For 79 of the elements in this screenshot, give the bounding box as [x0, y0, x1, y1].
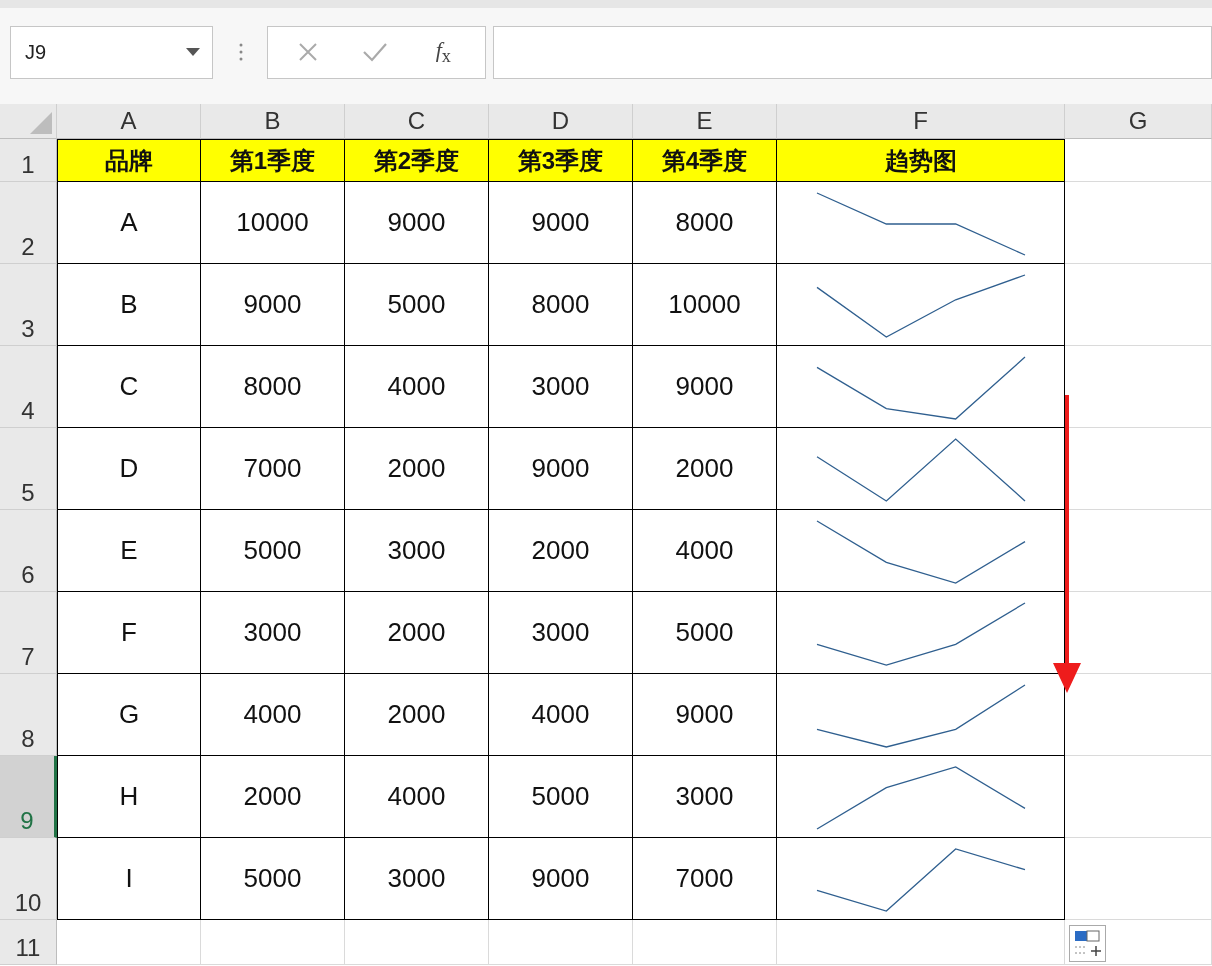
header-cell: 第4季度 — [633, 139, 777, 182]
row-header[interactable]: 6 — [0, 510, 57, 592]
table-cell: C — [57, 346, 201, 428]
header-cell: 趋势图 — [777, 139, 1065, 182]
table-cell: 8000 — [633, 182, 777, 264]
row-header[interactable]: 9 — [0, 756, 57, 838]
column-header[interactable]: G — [1065, 104, 1212, 139]
header-cell: 第1季度 — [201, 139, 345, 182]
table-cell: 7000 — [633, 838, 777, 920]
table-cell: 9000 — [489, 428, 633, 510]
table-cell: 4000 — [633, 510, 777, 592]
select-all-triangle-icon[interactable] — [30, 112, 52, 134]
table-cell: D — [57, 428, 201, 510]
row-header[interactable]: 8 — [0, 674, 57, 756]
column-header[interactable]: A — [57, 104, 201, 139]
name-box[interactable]: J9 — [10, 25, 213, 79]
table-cell: 4000 — [489, 674, 633, 756]
table-cell: 2000 — [201, 756, 345, 838]
row-header[interactable]: 10 — [0, 838, 57, 920]
dropdown-caret-icon[interactable] — [186, 48, 200, 56]
table-cell: 5000 — [489, 756, 633, 838]
formula-input-field[interactable] — [493, 25, 1212, 79]
close-icon[interactable] — [297, 42, 318, 62]
table-cell: 9000 — [201, 264, 345, 346]
row-header[interactable]: 11 — [0, 920, 57, 965]
row-header[interactable]: 1 — [0, 139, 57, 182]
table-cell: 3000 — [201, 592, 345, 674]
table-cell: 10000 — [633, 264, 777, 346]
header-cell: 第2季度 — [345, 139, 489, 182]
table-cell: 4000 — [345, 346, 489, 428]
table-cell: 9000 — [633, 674, 777, 756]
table-cell: 8000 — [489, 264, 633, 346]
table-cell: G — [57, 674, 201, 756]
column-header[interactable]: D — [489, 104, 633, 139]
column-header[interactable]: B — [201, 104, 345, 139]
table-cell: 3000 — [489, 346, 633, 428]
table-cell: B — [57, 264, 201, 346]
table-cell: 3000 — [633, 756, 777, 838]
column-header[interactable]: C — [345, 104, 489, 139]
table-cell: E — [57, 510, 201, 592]
table-cell: 3000 — [345, 510, 489, 592]
table-cell: 2000 — [345, 428, 489, 510]
table-cell: 4000 — [201, 674, 345, 756]
quick-analysis-icon[interactable] — [1069, 925, 1106, 962]
table-cell: 2000 — [489, 510, 633, 592]
table-cell: 9000 — [489, 182, 633, 264]
table-cell: A — [57, 182, 201, 264]
table-cell: 5000 — [201, 838, 345, 920]
table-cell: 3000 — [489, 592, 633, 674]
header-cell: 第3季度 — [489, 139, 633, 182]
table-cell: 9000 — [489, 838, 633, 920]
table-cell: 3000 — [345, 838, 489, 920]
table-cell: 5000 — [633, 592, 777, 674]
insert-function-button[interactable]: f$_{x}$ — [431, 36, 455, 68]
table-cell: 5000 — [345, 264, 489, 346]
row-header[interactable]: 3 — [0, 264, 57, 346]
table-cell: 8000 — [201, 346, 345, 428]
table-cell: 10000 — [201, 182, 345, 264]
table-cell: 9000 — [345, 182, 489, 264]
row-header[interactable]: 7 — [0, 592, 57, 674]
header-cell: 品牌 — [57, 139, 201, 182]
row-header[interactable]: 2 — [0, 182, 57, 264]
table-cell: F — [57, 592, 201, 674]
column-header[interactable]: F — [777, 104, 1065, 139]
row-header[interactable]: 5 — [0, 428, 57, 510]
checkmark-icon[interactable] — [361, 42, 388, 62]
table-cell: 9000 — [633, 346, 777, 428]
table-cell: H — [57, 756, 201, 838]
table-cell: 2000 — [633, 428, 777, 510]
table-cell: 2000 — [345, 674, 489, 756]
column-header[interactable]: E — [633, 104, 777, 139]
more-options-icon[interactable] — [239, 42, 243, 62]
table-cell: I — [57, 838, 201, 920]
table-cell: 2000 — [345, 592, 489, 674]
table-cell: 5000 — [201, 510, 345, 592]
row-header[interactable]: 4 — [0, 346, 57, 428]
table-cell: 7000 — [201, 428, 345, 510]
table-cell: 4000 — [345, 756, 489, 838]
cell-reference: J9 — [25, 40, 47, 64]
